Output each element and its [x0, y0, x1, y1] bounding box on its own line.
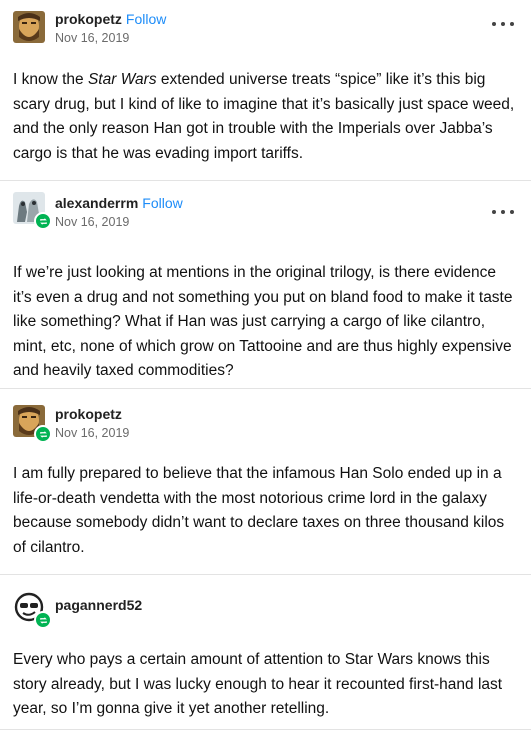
reblog-icon: [34, 212, 52, 230]
post-date[interactable]: Nov 16, 2019: [55, 29, 166, 47]
follow-button[interactable]: Follow: [126, 11, 166, 27]
avatar[interactable]: [13, 405, 52, 443]
more-options-icon[interactable]: [492, 208, 514, 216]
username[interactable]: prokopetz: [55, 406, 122, 422]
avatar[interactable]: [13, 192, 52, 230]
post-header: prokopetz Nov 16, 2019: [0, 389, 531, 443]
post-date[interactable]: Nov 16, 2019: [55, 213, 183, 231]
post-header: pagannerd52: [0, 575, 531, 629]
reblog-icon: [34, 425, 52, 443]
reblog-icon: [34, 611, 52, 629]
username[interactable]: alexanderrm: [55, 195, 138, 211]
more-options-icon[interactable]: [492, 20, 514, 28]
post: prokopetz Follow Nov 16, 2019 I know the …: [0, 0, 531, 181]
username[interactable]: prokopetz: [55, 11, 122, 27]
post: prokopetz Nov 16, 2019 I am fully prepar…: [0, 389, 531, 575]
avatar[interactable]: [13, 591, 52, 629]
post-body: If we’re just looking at mentions in the…: [13, 264, 513, 379]
post-header: prokopetz Follow Nov 16, 2019: [0, 0, 531, 46]
post: pagannerd52 Every who pays a certain amo…: [0, 575, 531, 730]
post-date[interactable]: Nov 16, 2019: [55, 424, 129, 442]
post-body: I am fully prepared to believe that the …: [13, 465, 505, 556]
follow-button[interactable]: Follow: [142, 195, 182, 211]
post: alexanderrm Follow Nov 16, 2019 If we’re …: [0, 181, 531, 389]
post-header: alexanderrm Follow Nov 16, 2019: [0, 181, 531, 230]
post-body: Every who pays a certain amount of atten…: [13, 651, 503, 717]
post-body: I know the Star Wars extended universe t…: [13, 71, 515, 162]
bearded-man-avatar-icon: [13, 11, 45, 43]
username[interactable]: pagannerd52: [55, 597, 142, 613]
avatar[interactable]: [13, 11, 45, 43]
